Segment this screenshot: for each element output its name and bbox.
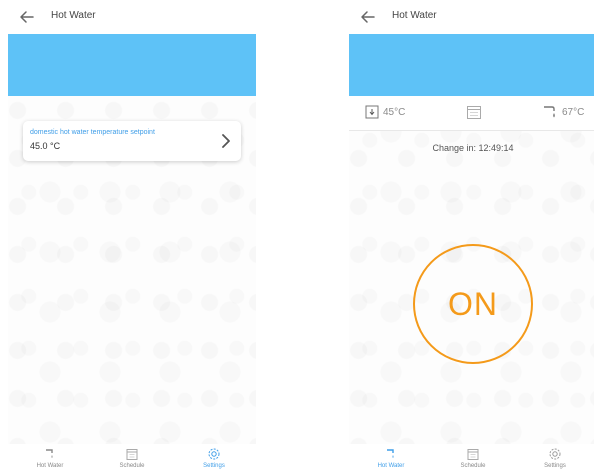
tap-icon	[46, 449, 53, 458]
setpoint-card[interactable]: domestic hot water temperature setpoint …	[23, 121, 241, 161]
gear-icon	[208, 448, 220, 460]
app-bar: Hot Water	[349, 0, 594, 34]
nav-item-schedule[interactable]: Schedule	[102, 444, 162, 475]
info-row: 45°C 67°C	[349, 96, 594, 131]
tap-icon	[544, 106, 555, 118]
nav-item-schedule[interactable]: Schedule	[443, 444, 503, 475]
back-arrow-icon[interactable]	[18, 8, 36, 26]
header-banner	[8, 34, 256, 96]
back-arrow-icon[interactable]	[359, 8, 377, 26]
app-bar: Hot Water	[8, 0, 256, 34]
content-area: domestic hot water temperature setpoint …	[8, 96, 256, 444]
bottom-nav: Hot Water Schedule Settings	[8, 444, 256, 475]
calendar-icon[interactable]	[466, 104, 482, 120]
setpoint-value: 45.0 °C	[30, 141, 61, 151]
nav-label-settings: Settings	[203, 463, 225, 469]
target-temperature: 67°C	[562, 107, 585, 118]
toggle-label: ON	[448, 285, 498, 322]
tap-icon	[387, 449, 394, 458]
page-title: Hot Water	[392, 10, 437, 21]
nav-label-hot-water: Hot Water	[36, 463, 64, 469]
nav-label-schedule: Schedule	[119, 463, 145, 469]
bottom-nav: Hot Water Schedule Settings	[349, 444, 594, 475]
nav-item-settings[interactable]: Settings	[184, 444, 244, 475]
header-banner	[349, 34, 594, 96]
nav-item-settings[interactable]: Settings	[525, 444, 585, 475]
setpoint-label: domestic hot water temperature setpoint	[30, 129, 155, 136]
settings-screen: Hot Water domestic hot water temperature…	[8, 0, 256, 475]
nav-label-hot-water: Hot Water	[377, 463, 405, 469]
nav-item-hot-water[interactable]: Hot Water	[361, 444, 421, 475]
nav-item-hot-water[interactable]: Hot Water	[20, 444, 80, 475]
nav-label-schedule: Schedule	[460, 463, 486, 469]
nav-label-settings: Settings	[544, 463, 566, 469]
page-title: Hot Water	[51, 10, 96, 21]
gear-icon	[549, 448, 561, 460]
current-temperature: 45°C	[383, 107, 406, 118]
change-in-timer: Change in: 12:49:14	[432, 143, 514, 153]
tank-icon	[365, 105, 379, 119]
calendar-icon	[467, 449, 479, 460]
chevron-right-icon	[222, 134, 230, 148]
content-area: 45°C 67°C Change in: 12:49:14 ON	[349, 96, 594, 444]
hot-water-screen: Hot Water 45°C 67°C Change in: 12:49:14	[349, 0, 594, 475]
calendar-icon	[126, 449, 138, 460]
on-off-toggle-button[interactable]: ON	[413, 244, 533, 364]
